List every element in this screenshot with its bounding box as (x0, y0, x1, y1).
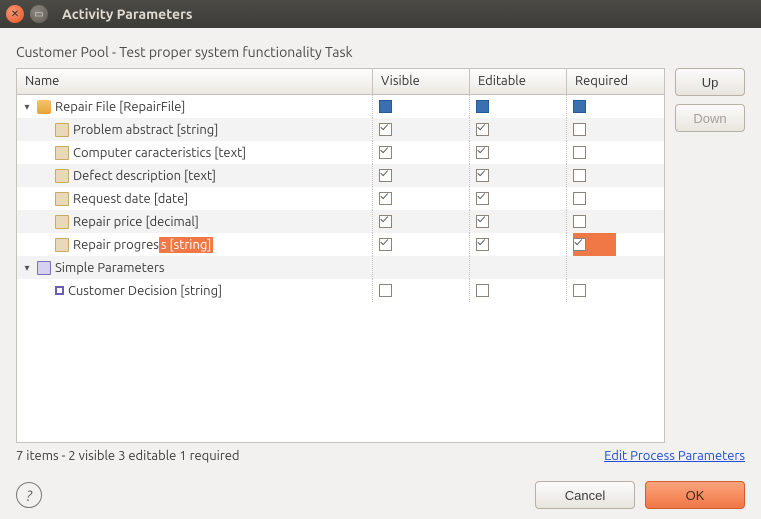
help-button[interactable]: ? (16, 482, 42, 508)
checkbox[interactable] (573, 284, 586, 297)
row-label: Repair progress [string] (73, 238, 213, 252)
field-icon (55, 123, 69, 137)
minimize-icon[interactable]: ▭ (30, 5, 48, 23)
checkbox[interactable] (573, 192, 586, 205)
checkbox[interactable] (476, 100, 489, 113)
breadcrumb-subtitle: Customer Pool - Test proper system funct… (16, 44, 745, 60)
row-label: Customer Decision [string] (68, 284, 222, 298)
table-row[interactable]: ▾ Simple Parameters (17, 256, 664, 279)
parameters-table: Name Visible Editable Required ▾ Repair F… (16, 68, 665, 443)
up-button[interactable]: Up (675, 68, 745, 96)
checkbox[interactable] (573, 100, 586, 113)
checkbox[interactable] (476, 215, 489, 228)
checkbox[interactable] (379, 192, 392, 205)
row-label: Request date [date] (73, 192, 188, 206)
checkbox[interactable] (476, 192, 489, 205)
header-required[interactable]: Required (567, 69, 664, 94)
table-row[interactable]: Repair progress [string] (17, 233, 664, 256)
file-icon (37, 100, 51, 114)
field-icon (55, 169, 69, 183)
checkbox[interactable] (476, 284, 489, 297)
row-label: Repair price [decimal] (73, 215, 199, 229)
row-label: Repair File [RepairFile] (55, 100, 185, 114)
close-icon[interactable]: ✕ (6, 5, 24, 23)
checkbox[interactable] (379, 146, 392, 159)
checkbox[interactable] (476, 238, 489, 251)
table-row[interactable]: Defect description [text] (17, 164, 664, 187)
table-row[interactable]: Request date [date] (17, 187, 664, 210)
checkbox[interactable] (379, 169, 392, 182)
checkbox[interactable] (379, 100, 392, 113)
checkbox[interactable] (379, 123, 392, 136)
ok-button[interactable]: OK (645, 481, 745, 509)
checkbox[interactable] (476, 123, 489, 136)
checkbox[interactable] (379, 238, 392, 251)
row-label: Simple Parameters (55, 261, 165, 275)
row-label: Computer caracteristics [text] (73, 146, 246, 160)
field-icon (55, 238, 69, 252)
table-row[interactable]: Computer caracteristics [text] (17, 141, 664, 164)
group-icon (37, 261, 51, 275)
field-icon (55, 146, 69, 160)
table-row[interactable]: Repair price [decimal] (17, 210, 664, 233)
checkbox[interactable] (379, 284, 392, 297)
checkbox[interactable] (573, 238, 586, 251)
status-text: 7 items - 2 visible 3 editable 1 require… (16, 449, 240, 463)
window-title: Activity Parameters (62, 6, 192, 22)
down-button[interactable]: Down (675, 104, 745, 132)
expander-icon[interactable]: ▾ (21, 262, 33, 274)
table-row[interactable]: Customer Decision [string] (17, 279, 664, 302)
field-icon (55, 192, 69, 206)
edit-process-parameters-link[interactable]: Edit Process Parameters (604, 449, 745, 463)
checkbox[interactable] (379, 215, 392, 228)
param-icon (55, 286, 64, 295)
row-label: Problem abstract [string] (73, 123, 218, 137)
checkbox[interactable] (573, 215, 586, 228)
expander-icon[interactable]: ▾ (21, 101, 33, 113)
table-row[interactable]: Problem abstract [string] (17, 118, 664, 141)
checkbox[interactable] (573, 146, 586, 159)
row-label: Defect description [text] (73, 169, 216, 183)
checkbox[interactable] (573, 123, 586, 136)
header-editable[interactable]: Editable (470, 69, 567, 94)
table-header: Name Visible Editable Required (17, 69, 664, 95)
field-icon (55, 215, 69, 229)
header-visible[interactable]: Visible (373, 69, 470, 94)
cancel-button[interactable]: Cancel (535, 481, 635, 509)
titlebar: ✕ ▭ Activity Parameters (0, 0, 761, 28)
checkbox[interactable] (476, 169, 489, 182)
checkbox[interactable] (573, 169, 586, 182)
table-row[interactable]: ▾ Repair File [RepairFile] (17, 95, 664, 118)
header-name[interactable]: Name (17, 69, 373, 94)
checkbox[interactable] (476, 146, 489, 159)
